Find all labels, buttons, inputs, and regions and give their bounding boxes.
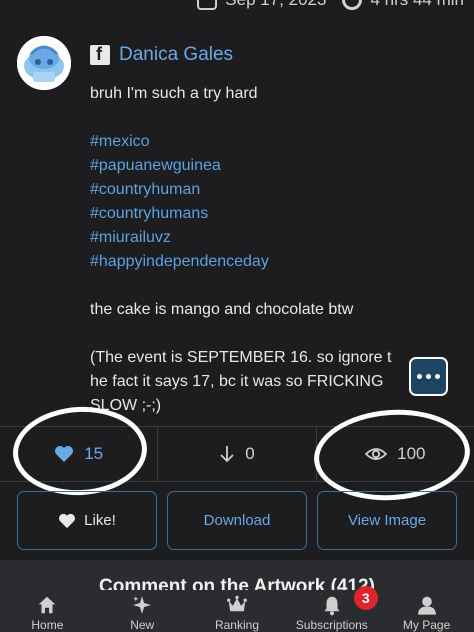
- view-count: 100: [315, 427, 474, 481]
- nav-new[interactable]: New: [95, 590, 190, 632]
- nav-home-label: Home: [31, 618, 64, 632]
- nav-subscriptions-label: Subscriptions: [295, 618, 368, 632]
- arrow-down-icon: [220, 446, 234, 463]
- view-image-button-label: View Image: [347, 512, 427, 529]
- download-button[interactable]: Download: [167, 491, 307, 550]
- tag-link[interactable]: #papuanewguinea: [90, 154, 415, 178]
- like-button-label: Like!: [84, 512, 116, 529]
- user-icon: [417, 596, 436, 615]
- post-meta-bar: Sep 17, 2023 4 hrs 44 min: [0, 0, 474, 12]
- post-duration: 4 hrs 44 min: [342, 0, 464, 10]
- nav-subscriptions[interactable]: 3 Subscriptions: [284, 586, 379, 632]
- notification-badge: 3: [353, 586, 378, 610]
- avatar[interactable]: [17, 36, 71, 90]
- tag-link[interactable]: #mexico: [90, 130, 415, 154]
- tag-link[interactable]: #countryhumans: [90, 202, 415, 226]
- post-text-note: (The event is SEPTEMBER 16. so ignore t …: [90, 349, 392, 414]
- like-button[interactable]: Like!: [17, 491, 157, 550]
- facebook-icon: [90, 44, 110, 65]
- post-date-text: Sep 17, 2023: [225, 0, 326, 10]
- nav-ranking-label: Ranking: [214, 618, 259, 632]
- action-buttons: Like! Download View Image: [17, 491, 457, 550]
- post-caption: bruh I'm such a try hard: [90, 85, 258, 102]
- tag-link[interactable]: #countryhuman: [90, 178, 415, 202]
- like-count-value: 15: [84, 444, 104, 463]
- nav-home[interactable]: Home: [0, 590, 95, 632]
- tag-link[interactable]: #happyindependenceday: [90, 250, 415, 274]
- post-text-line: the cake is mango and chocolate btw: [90, 301, 354, 318]
- heart-icon: [55, 446, 74, 462]
- eye-icon: [365, 448, 388, 460]
- more-options-button[interactable]: [409, 357, 448, 396]
- post-duration-text: 4 hrs 44 min: [370, 0, 464, 10]
- nav-my-page-label: My Page: [402, 618, 451, 632]
- bell-icon: [324, 596, 340, 616]
- avatar-illustration: [17, 36, 71, 90]
- post-date: Sep 17, 2023: [197, 0, 326, 10]
- like-count[interactable]: 15: [0, 427, 157, 481]
- author[interactable]: Danica Gales: [90, 44, 233, 66]
- download-count: 0: [157, 427, 315, 481]
- tag-list: #mexico #papuanewguinea #countryhuman #c…: [90, 130, 415, 274]
- heart-icon: [59, 513, 76, 528]
- calendar-icon: [197, 0, 218, 10]
- crown-icon: [227, 595, 247, 612]
- nav-new-label: New: [130, 618, 155, 632]
- download-button-label: Download: [203, 512, 271, 529]
- author-name[interactable]: Danica Gales: [119, 44, 233, 66]
- tag-link[interactable]: #miurailuvz: [90, 226, 415, 250]
- more-dots-icon: [417, 374, 422, 379]
- nav-ranking[interactable]: Ranking: [190, 590, 285, 632]
- clock-icon: [342, 0, 363, 10]
- sparkle-icon: [133, 596, 152, 614]
- view-image-button[interactable]: View Image: [317, 491, 457, 550]
- post-body: bruh I'm such a try hard #mexico #papuan…: [90, 82, 415, 418]
- view-count-value: 100: [397, 444, 426, 463]
- download-count-value: 0: [245, 444, 255, 463]
- bottom-navigation: Home New Ranking 3 Subscriptions My Page: [0, 586, 474, 632]
- nav-my-page[interactable]: My Page: [379, 590, 474, 632]
- stats-bar: 15 0 100: [0, 426, 474, 482]
- home-icon: [39, 596, 56, 614]
